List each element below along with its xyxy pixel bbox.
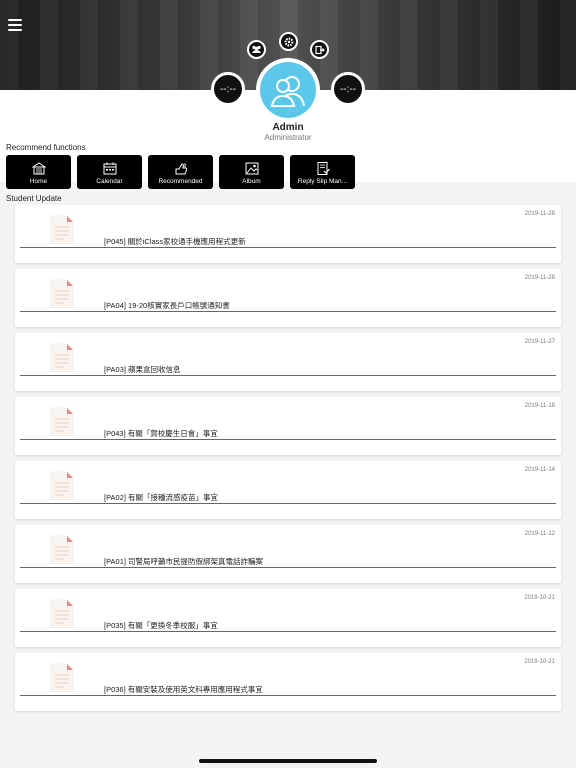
item-divider bbox=[20, 503, 556, 504]
item-title: [P036] 有關安裝及使用英文科專用應用程式事宜 bbox=[104, 685, 263, 694]
item-date: 2019-10-21 bbox=[524, 595, 555, 601]
item-date: 2019-11-14 bbox=[524, 467, 555, 473]
function-calendar-button[interactable]: Calendar bbox=[77, 155, 142, 189]
recommend-label: Recommend functions bbox=[6, 143, 86, 152]
school-icon bbox=[31, 162, 46, 175]
album-icon bbox=[245, 162, 258, 175]
group-button[interactable] bbox=[247, 40, 266, 59]
item-divider bbox=[20, 375, 556, 376]
gear-icon bbox=[283, 36, 294, 47]
item-divider bbox=[20, 247, 556, 248]
function-recommended-button[interactable]: Recommended bbox=[148, 155, 213, 189]
document-icon bbox=[50, 599, 74, 629]
document-icon bbox=[50, 535, 74, 565]
item-divider bbox=[20, 439, 556, 440]
reply-slip-icon bbox=[317, 162, 330, 175]
list-item[interactable]: 2019-11-14 [PA02] 有關「接種流感疫苗」事宜 bbox=[15, 461, 561, 519]
item-title: [P043] 有關「賀校慶生日會」事宜 bbox=[104, 429, 218, 438]
function-reply-slip-button[interactable]: Reply Slip Man... bbox=[290, 155, 355, 189]
item-date: 2019-10-21 bbox=[524, 659, 555, 665]
function-reply-slip-label: Reply Slip Man... bbox=[297, 178, 348, 185]
student-update-list: 2019-11-28 [P045] 關於iClass家校通手機應用程式更新 2019… bbox=[15, 205, 561, 717]
item-divider bbox=[20, 567, 556, 568]
item-date: 2019-11-18 bbox=[524, 403, 555, 409]
recommended-icon bbox=[175, 162, 187, 175]
item-date: 2019-11-12 bbox=[524, 531, 555, 537]
user-role: Administrator bbox=[264, 133, 312, 142]
item-title: [PA03] 蘋果盒回收信息 bbox=[104, 365, 181, 374]
avatar[interactable] bbox=[256, 58, 320, 122]
recommend-functions: Home Calendar Recommended Album Reply Sl… bbox=[6, 155, 355, 189]
function-home-label: Home bbox=[29, 178, 48, 185]
list-item[interactable]: 2019-10-21 [P036] 有關安裝及使用英文科專用應用程式事宜 bbox=[15, 653, 561, 711]
home-indicator[interactable] bbox=[199, 759, 377, 763]
item-divider bbox=[20, 631, 556, 632]
document-icon bbox=[50, 279, 74, 309]
item-title: [PA01] 司警局呼籲市民提防假綁架真電話詐騙案 bbox=[104, 557, 264, 566]
group-icon bbox=[252, 45, 261, 53]
document-icon bbox=[50, 343, 74, 373]
document-icon bbox=[50, 407, 74, 437]
hamburger-icon bbox=[8, 19, 22, 21]
menu-button[interactable] bbox=[8, 17, 22, 31]
list-item[interactable]: 2019-11-18 [P043] 有關「賀校慶生日會」事宜 bbox=[15, 397, 561, 455]
list-item[interactable]: 2019-10-21 [P035] 有關「更換冬季校服」事宜 bbox=[15, 589, 561, 647]
calendar-icon bbox=[103, 162, 116, 175]
item-title: [PA02] 有關「接種流感疫苗」事宜 bbox=[104, 493, 219, 502]
settings-button[interactable] bbox=[279, 32, 298, 51]
function-calendar-label: Calendar bbox=[96, 178, 123, 185]
student-update-label: Student Update bbox=[6, 194, 62, 203]
item-date: 2019-11-28 bbox=[524, 211, 555, 217]
document-icon bbox=[50, 471, 74, 501]
right-counter: --:-- bbox=[331, 72, 365, 106]
function-album-label: Album bbox=[242, 178, 261, 185]
item-title: [PA04] 19-20核實家長戶口帳號通知書 bbox=[104, 301, 230, 310]
item-divider bbox=[20, 695, 556, 696]
item-title: [P035] 有關「更換冬季校服」事宜 bbox=[104, 621, 218, 630]
list-item[interactable]: 2019-11-28 [PA04] 19-20核實家長戶口帳號通知書 bbox=[15, 269, 561, 327]
document-icon bbox=[50, 663, 74, 693]
item-title: [P045] 關於iClass家校通手機應用程式更新 bbox=[104, 237, 246, 246]
item-date: 2019-11-27 bbox=[524, 339, 555, 345]
document-icon bbox=[50, 215, 74, 245]
logout-button[interactable] bbox=[310, 40, 329, 59]
list-item[interactable]: 2019-11-27 [PA03] 蘋果盒回收信息 bbox=[15, 333, 561, 391]
users-icon bbox=[270, 76, 305, 107]
function-recommended-label: Recommended bbox=[158, 178, 203, 185]
list-item[interactable]: 2019-11-28 [P045] 關於iClass家校通手機應用程式更新 bbox=[15, 205, 561, 263]
function-album-button[interactable]: Album bbox=[219, 155, 284, 189]
list-item[interactable]: 2019-11-12 [PA01] 司警局呼籲市民提防假綁架真電話詐騙案 bbox=[15, 525, 561, 583]
function-home-button[interactable]: Home bbox=[6, 155, 71, 189]
item-divider bbox=[20, 311, 556, 312]
item-date: 2019-11-28 bbox=[524, 275, 555, 281]
user-name: Admin bbox=[272, 122, 304, 133]
left-counter: --:-- bbox=[211, 72, 245, 106]
logout-icon bbox=[314, 45, 325, 54]
